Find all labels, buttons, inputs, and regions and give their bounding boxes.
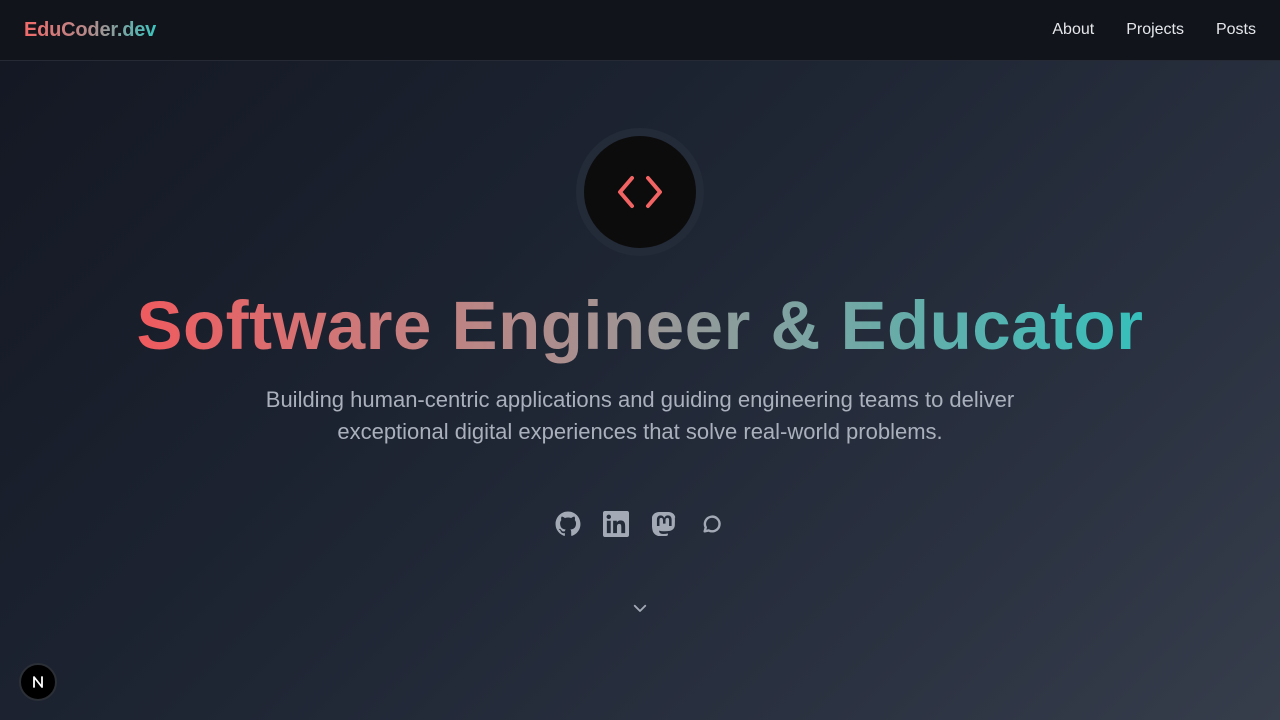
hero-subtitle: Building human-centric applications and … [265,387,1015,444]
mastodon-link[interactable] [648,508,680,540]
hero-title-text: Software Engineer & Educator [132,287,1147,364]
hero-title: Software Engineer & Educator [0,284,1280,368]
linkedin-link[interactable] [600,508,632,540]
top-navbar: EduCoder.dev About Projects Posts [0,0,1280,61]
chat-bubble-icon [703,515,721,533]
nextjs-icon [33,676,43,688]
brand-logo[interactable]: EduCoder.dev [24,19,156,42]
avatar-ring [576,128,704,256]
nav-links: About Projects Posts [1052,21,1256,39]
social-links [552,508,728,540]
github-icon [555,511,581,536]
nav-link-projects[interactable]: Projects [1126,21,1184,39]
linkedin-icon [603,511,629,537]
chevron-down-icon [633,604,647,612]
nav-link-posts[interactable]: Posts [1216,21,1256,39]
mastodon-icon [652,512,676,536]
nextjs-dev-badge[interactable] [19,663,57,701]
avatar [584,136,696,248]
code-brackets-icon [618,176,662,208]
github-link[interactable] [552,508,584,540]
scroll-down-button[interactable] [628,596,652,620]
chat-link[interactable] [696,508,728,540]
nav-link-about[interactable]: About [1052,21,1094,39]
